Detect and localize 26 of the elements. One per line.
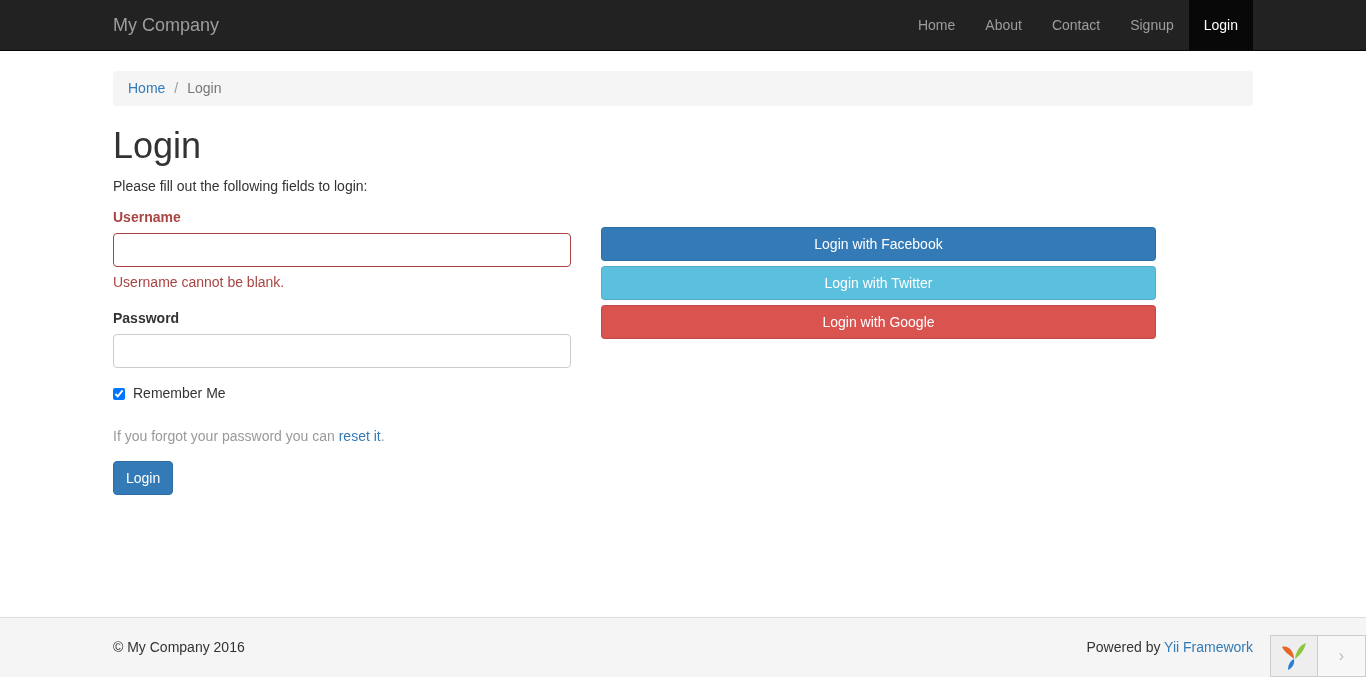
- logo-icon[interactable]: [1280, 641, 1308, 671]
- nav-link[interactable]: Contact: [1036, 0, 1116, 50]
- powered-text: Powered by Yii Framework: [1086, 638, 1253, 657]
- brand-link[interactable]: My Company: [113, 11, 220, 39]
- page-title: Login: [113, 126, 203, 166]
- nav-link[interactable]: Home: [902, 0, 971, 50]
- field-label: Password: [113, 309, 181, 328]
- framework-link[interactable]: Yii Framework: [1164, 639, 1253, 655]
- social-login-button[interactable]: Login with Facebook: [601, 227, 1156, 261]
- reset-text: If you forgot your password you can reset it.: [113, 427, 386, 446]
- reset-link[interactable]: reset it: [338, 428, 381, 444]
- breadcrumb-link[interactable]: Home: [128, 78, 166, 99]
- nav-link[interactable]: About: [970, 0, 1037, 50]
- error-message: Username cannot be blank.: [113, 273, 286, 292]
- copyright-text: © My Company 2016: [113, 638, 245, 657]
- breadcrumb-separator: /: [174, 79, 179, 98]
- input-field[interactable]: [113, 233, 571, 267]
- remember-label: Remember Me: [133, 384, 226, 403]
- nav-link[interactable]: Login: [1188, 0, 1253, 50]
- nav-link[interactable]: Signup: [1115, 0, 1189, 50]
- intro-text: Please fill out the following fields to login:: [113, 177, 369, 196]
- remember-checkbox[interactable]: [113, 387, 125, 400]
- login-button[interactable]: Login: [113, 461, 174, 495]
- social-login-button[interactable]: Login with Google: [601, 305, 1156, 339]
- breadcrumb-current: Login: [187, 79, 222, 98]
- field-label: Username: [113, 208, 182, 227]
